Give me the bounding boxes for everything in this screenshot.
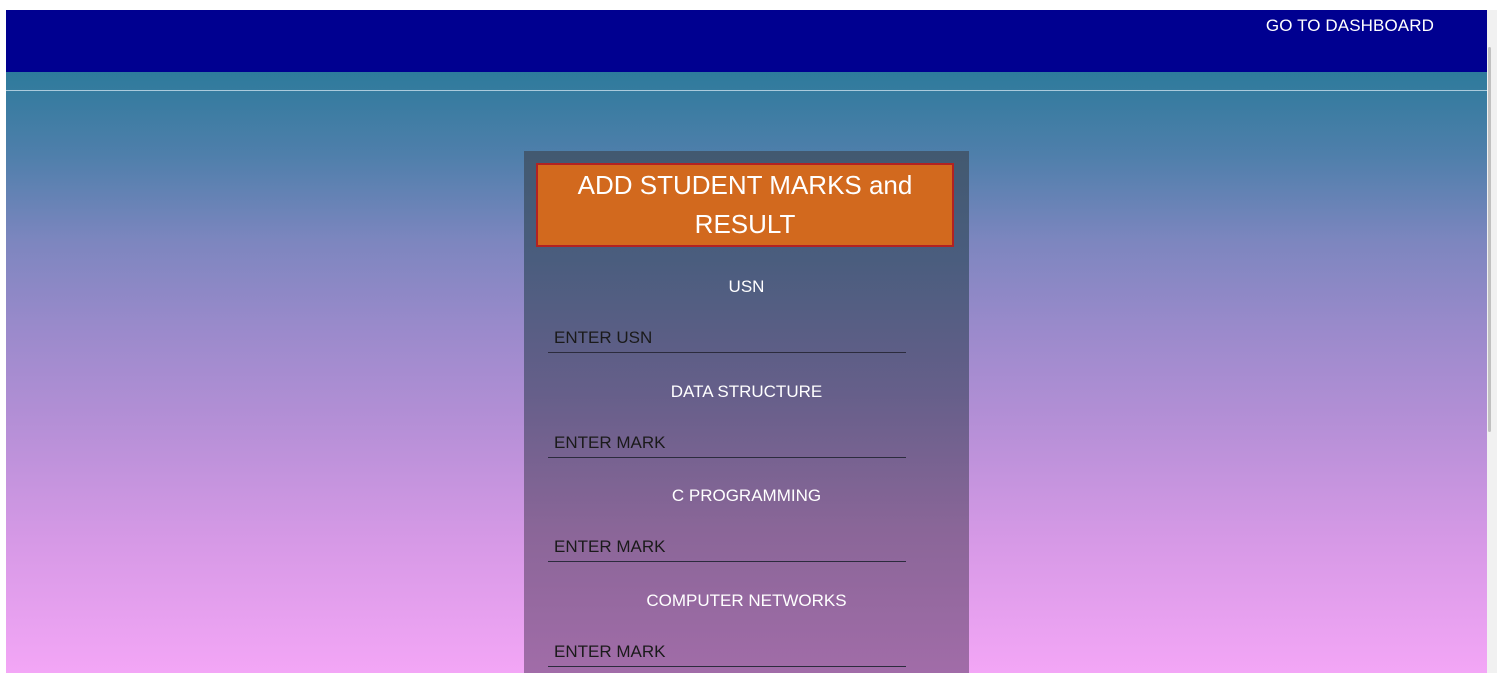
usn-input[interactable] (548, 323, 906, 353)
go-to-dashboard-link[interactable]: GO TO DASHBOARD (1266, 16, 1434, 36)
usn-label: USN (728, 277, 765, 296)
form-title: ADD STUDENT MARKS and RESULT (536, 163, 954, 247)
scrollbar-thumb[interactable] (1488, 47, 1491, 432)
computer-networks-mark-input[interactable] (548, 637, 906, 667)
data-structure-label: DATA STRUCTURE (670, 382, 823, 401)
top-navbar: GO TO DASHBOARD (6, 10, 1487, 72)
c-programming-label: C PROGRAMMING (671, 486, 822, 505)
data-structure-mark-input[interactable] (548, 428, 906, 458)
page-viewport: GO TO DASHBOARD ADD STUDENT MARKS and RE… (6, 10, 1487, 673)
add-marks-form: ADD STUDENT MARKS and RESULT USN DATA ST… (524, 151, 969, 673)
c-programming-mark-input[interactable] (548, 532, 906, 562)
page-scrollbar[interactable] (1487, 10, 1497, 673)
header-divider (6, 90, 1487, 91)
computer-networks-label: COMPUTER NETWORKS (646, 591, 847, 610)
